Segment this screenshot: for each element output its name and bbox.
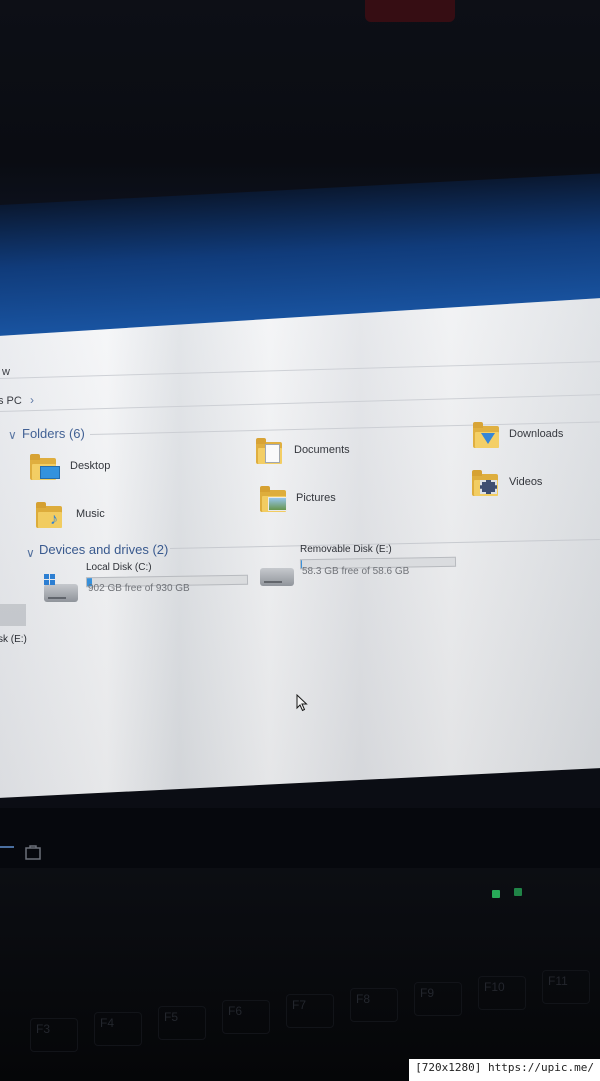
folder-label-desktop: Desktop — [70, 460, 111, 472]
devices-group-title[interactable]: Devices and drives (2) — [39, 542, 168, 557]
address-bottom-divider — [0, 394, 600, 412]
desktop-folder-icon — [30, 454, 60, 480]
windows-logo-icon — [44, 574, 56, 586]
removable-disk-icon — [260, 568, 294, 586]
downloads-folder-icon — [473, 422, 499, 448]
key-f5: F5 — [158, 1006, 206, 1040]
folder-label-videos: Videos — [509, 476, 543, 488]
file-explorer-window: w s PC › ∨ Folders (6) Desktop Documents… — [0, 298, 600, 798]
folder-label-downloads: Downloads — [509, 428, 564, 440]
breadcrumb-chevron-icon[interactable]: › — [30, 393, 34, 407]
nav-pane-drive-label[interactable]: sk (E:) — [0, 634, 27, 645]
key-f11: F11 — [542, 970, 590, 1004]
address-divider — [0, 361, 600, 379]
drive-usage-fill-local-c — [86, 578, 92, 587]
watermark: [720x1280] https://upic.me/ — [409, 1059, 600, 1081]
taskbar-active-indicator — [0, 846, 14, 848]
drive-free-local-c: 902 GB free of 930 GB — [88, 583, 190, 594]
documents-folder-icon — [256, 438, 282, 464]
drive-usage-bar-removable-e — [299, 556, 457, 570]
wifi-status-light-icon — [492, 890, 500, 898]
drive-usage-fill-removable-e — [300, 560, 302, 569]
breadcrumb-current[interactable]: s PC — [0, 395, 22, 407]
drive-label-local-c: Local Disk (C:) — [86, 562, 152, 573]
folders-group-title[interactable]: Folders (6) — [22, 426, 85, 441]
folder-label-pictures: Pictures — [296, 492, 336, 504]
key-f3: F3 — [30, 1018, 78, 1052]
local-disk-icon — [44, 584, 78, 602]
key-f4: F4 — [94, 1012, 142, 1046]
bezel-reflection — [365, 0, 455, 22]
folders-collapse-chevron-icon[interactable]: ∨ — [8, 428, 17, 442]
key-f10: F10 — [478, 976, 526, 1010]
mouse-cursor-icon — [296, 694, 308, 712]
videos-folder-icon — [472, 470, 498, 496]
folder-label-documents: Documents — [294, 444, 350, 456]
laptop-keyboard: F3 F4 F5 F6 F7 F8 F9 F10 F11 — [0, 868, 600, 1081]
music-folder-icon: ♪ — [36, 502, 62, 528]
status-light-icon — [514, 888, 522, 896]
drive-label-removable-e: Removable Disk (E:) — [300, 544, 392, 555]
store-icon[interactable] — [24, 844, 42, 860]
key-f9: F9 — [414, 982, 462, 1016]
nav-pane-selection[interactable] — [0, 604, 26, 626]
key-f7: F7 — [286, 994, 334, 1028]
folder-label-music: Music — [76, 508, 105, 520]
devices-group-divider — [169, 538, 600, 549]
key-f6: F6 — [222, 1000, 270, 1034]
folders-group-divider — [89, 421, 600, 435]
pictures-folder-icon — [260, 486, 287, 512]
devices-collapse-chevron-icon[interactable]: ∨ — [26, 546, 35, 560]
key-f8: F8 — [350, 988, 398, 1022]
drive-free-removable-e: 58.3 GB free of 58.6 GB — [302, 566, 410, 577]
taskbar — [0, 808, 600, 868]
ribbon-fragment: w — [2, 366, 10, 378]
drive-usage-bar-local-c — [85, 574, 249, 588]
